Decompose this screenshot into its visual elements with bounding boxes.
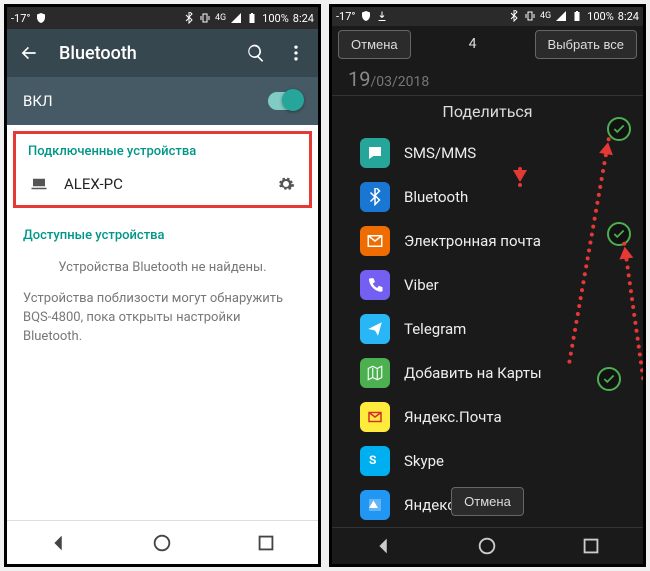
signal-icon — [230, 12, 242, 24]
bluetooth-icon — [183, 12, 195, 24]
status-bar: -17° 4G 100% 8:24 — [7, 7, 318, 29]
status-temperature: -17° — [336, 10, 356, 23]
selection-count: 4 — [417, 36, 529, 52]
download-icon — [376, 10, 388, 22]
share-item-mail[interactable]: Электронная почта — [332, 219, 643, 263]
status-time: 8:24 — [618, 10, 639, 23]
laptop-icon — [28, 175, 50, 193]
gear-icon[interactable] — [275, 175, 297, 193]
status-temperature: -17° — [11, 12, 31, 25]
signal-icon — [555, 10, 567, 22]
share-item-skype[interactable]: S Skype — [332, 439, 643, 483]
skype-icon: S — [360, 446, 390, 476]
battery-icon — [246, 12, 258, 24]
nav-bar — [7, 520, 318, 564]
status-battery-pct: 100% — [262, 12, 289, 25]
battery-icon — [571, 10, 583, 22]
phone-share-dialog: -17° 4G 100% 8:24 Отмена 4 Выбрать все 1… — [329, 4, 646, 567]
send-icon — [360, 314, 390, 344]
svg-text:S: S — [369, 453, 376, 467]
nav-bar — [332, 527, 643, 564]
share-item-ymail[interactable]: Яндекс.Почта — [332, 395, 643, 439]
share-list: SMS/MMS Bluetooth Электронная почта Viber Te… — [332, 131, 643, 527]
nav-recent-icon[interactable] — [580, 535, 602, 557]
date-day: 19 — [348, 67, 370, 91]
nav-back-icon[interactable] — [373, 535, 395, 557]
available-section-label: Доступные устройства — [7, 214, 318, 253]
not-found-text: Устройства Bluetooth не найдены. — [7, 253, 318, 284]
appbar-title: Bluetooth — [59, 43, 226, 64]
share-item-phone[interactable]: Viber — [332, 263, 643, 307]
status-battery-pct: 100% — [587, 10, 614, 23]
chat-icon — [360, 138, 390, 168]
search-icon[interactable] — [246, 43, 266, 63]
appbar: Bluetooth — [7, 29, 318, 77]
paired-section-label: Подключенные устройства — [16, 134, 309, 167]
status-bar: -17° 4G 100% 8:24 — [332, 7, 643, 26]
share-item-label: Skype — [404, 452, 444, 470]
discoverable-hint: Устройства поблизости могут обнаружить B… — [7, 284, 318, 353]
cancel-button[interactable]: Отмена — [338, 30, 411, 59]
phone-icon — [360, 270, 390, 300]
date-header: 19/03/2018 — [332, 63, 643, 96]
ymail-icon — [360, 402, 390, 432]
share-item-label: Bluetooth — [404, 188, 468, 206]
paired-device-name: ALEX-PC — [64, 175, 261, 193]
nav-home-icon[interactable] — [476, 535, 498, 557]
share-item-label: Добавить на Карты — [404, 364, 542, 382]
annotation-checkmark — [597, 367, 621, 391]
share-item-label: Электронная почта — [404, 232, 541, 250]
disk-icon — [360, 490, 390, 520]
back-icon[interactable] — [19, 43, 39, 63]
date-rest: /03/2018 — [370, 74, 429, 90]
vibrate-icon — [199, 12, 211, 24]
mail-icon — [360, 226, 390, 256]
share-item-label: Telegram — [404, 320, 466, 338]
status-4g: 4G — [215, 13, 226, 23]
paired-device-row[interactable]: ALEX-PC — [16, 167, 309, 201]
nav-back-icon[interactable] — [48, 532, 70, 554]
share-item-label: Яндекс.Почта — [404, 408, 502, 426]
bluetooth-icon — [508, 10, 520, 22]
paired-devices-highlight: Подключенные устройства ALEX-PC — [13, 131, 312, 208]
status-time: 8:24 — [293, 12, 314, 25]
bluetooth-toggle-row[interactable]: ВКЛ — [7, 77, 318, 125]
share-item-map[interactable]: Добавить на Карты — [332, 351, 643, 395]
shield-icon — [35, 12, 47, 24]
selection-topbar: Отмена 4 Выбрать все — [332, 26, 643, 63]
status-4g: 4G — [540, 11, 551, 21]
share-item-label: Viber — [404, 276, 439, 294]
more-icon[interactable] — [286, 43, 306, 63]
nav-home-icon[interactable] — [151, 532, 173, 554]
toggle-switch[interactable] — [268, 92, 302, 110]
shield-icon — [360, 10, 372, 22]
share-item-send[interactable]: Telegram — [332, 307, 643, 351]
share-item-label: SMS/MMS — [404, 144, 476, 162]
bluetooth-icon — [360, 182, 390, 212]
annotation-arrow — [518, 167, 522, 187]
map-icon — [360, 358, 390, 388]
phone-bluetooth-settings: -17° 4G 100% 8:24 Bluetooth ВКЛ Подключе… — [4, 4, 321, 567]
vibrate-icon — [524, 10, 536, 22]
toggle-label: ВКЛ — [23, 92, 53, 110]
select-all-button[interactable]: Выбрать все — [535, 30, 637, 59]
cancel-button-bottom[interactable]: Отмена — [451, 487, 524, 516]
nav-recent-icon[interactable] — [255, 532, 277, 554]
share-item-chat[interactable]: SMS/MMS — [332, 131, 643, 175]
share-dialog-title: Поделиться — [332, 96, 643, 131]
